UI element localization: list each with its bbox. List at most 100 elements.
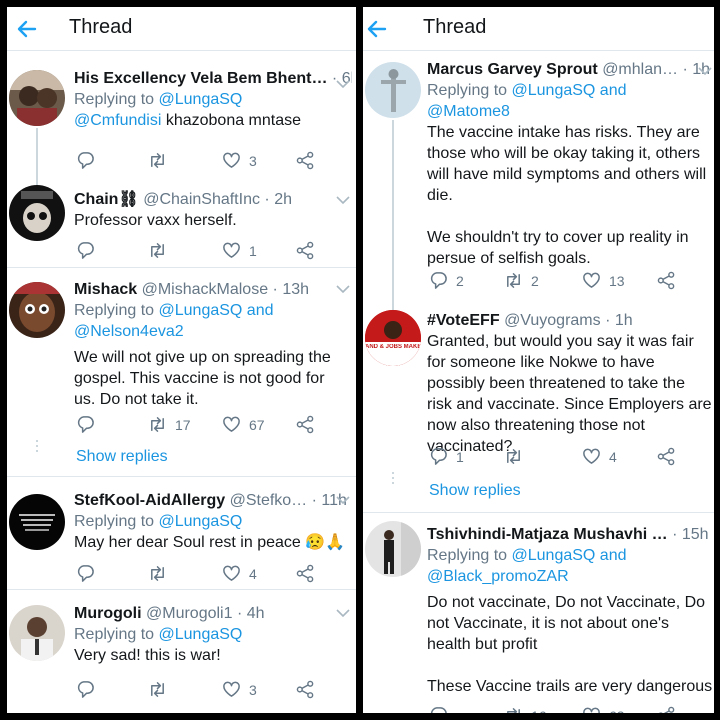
retweet-button[interactable]: 2 (504, 271, 539, 290)
mention-link[interactable]: @LungaSQ (512, 547, 596, 564)
tweet-actions: 3 (76, 680, 316, 700)
chevron-down-icon[interactable] (336, 284, 350, 294)
tweet-content: Mishack @MishackMalose · 13h Replying to… (74, 280, 352, 410)
author-name[interactable]: #VoteEFF (427, 312, 500, 329)
like-button[interactable]: 4 (582, 447, 617, 466)
retweet-button[interactable] (148, 680, 175, 699)
author-name[interactable]: Mishack (74, 281, 137, 298)
page-title: Thread (69, 16, 133, 38)
show-replies-link[interactable]: Show replies (76, 448, 168, 466)
reply-button[interactable]: 2 (429, 271, 464, 290)
share-icon (296, 680, 315, 699)
chevron-down-icon[interactable] (336, 79, 350, 89)
like-button[interactable]: 63 (582, 706, 625, 713)
author-name[interactable]: Murogoli (74, 605, 142, 622)
reply-button[interactable] (76, 151, 103, 170)
thread-panel-right: Thread Marcus Garvey Sprout @mhlan… · 1h… (363, 7, 714, 713)
share-button[interactable] (296, 241, 315, 260)
mention-link[interactable]: @LungaSQ (159, 626, 243, 643)
chevron-down-icon[interactable] (336, 495, 350, 505)
author-handle: @Vuyograms (504, 312, 601, 329)
show-replies-link[interactable]: Show replies (429, 482, 521, 500)
author-handle: @Stefko… (229, 492, 308, 509)
tweet[interactable]: Tshivhindi-Matjaza Mushavhi … · 15h Repl… (363, 513, 714, 713)
mention-link[interactable]: @Nelson4eva2 (74, 323, 184, 340)
retweet-icon (148, 680, 167, 699)
tweet[interactable]: AND & JOBS MAKE #VoteEFF @Vuyograms · 1h… (363, 302, 714, 512)
mention-link[interactable]: @LungaSQ (159, 91, 243, 108)
author-name[interactable]: Chain⛓ (74, 191, 139, 208)
like-icon (222, 151, 241, 170)
retweet-button[interactable]: 17 (148, 415, 191, 434)
avatar[interactable] (9, 185, 65, 241)
author-name[interactable]: StefKool-AidAllergy (74, 492, 225, 509)
avatar[interactable] (9, 605, 65, 661)
author-name[interactable]: Tshivhindi-Matjaza Mushavhi … (427, 526, 668, 543)
like-button[interactable]: 67 (222, 415, 265, 434)
share-button[interactable] (296, 151, 315, 170)
back-arrow-icon[interactable] (15, 17, 39, 41)
avatar[interactable] (9, 282, 65, 338)
tweet[interactable]: Mishack @MishackMalose · 13h Replying to… (7, 268, 356, 476)
mention-link[interactable]: @LungaSQ (159, 513, 243, 530)
replying-to: Replying to @LungaSQ and @Nelson4eva2 (74, 302, 274, 340)
tweet-content: #VoteEFF @Vuyograms · 1h Granted, but wo… (427, 311, 714, 457)
tweet-time: 1h (614, 312, 633, 329)
mention-link[interactable]: @Cmfundisi (74, 112, 161, 129)
author-name[interactable]: Marcus Garvey Sprout (427, 61, 598, 78)
tweet-text: Granted, but would you say it was fair f… (427, 333, 712, 455)
tweet-actions: 1 (76, 241, 316, 261)
retweet-button[interactable] (148, 241, 175, 260)
share-button[interactable] (657, 706, 676, 713)
retweet-button[interactable] (504, 447, 531, 466)
tweet-content: Marcus Garvey Sprout @mhlan… · 1h Replyi… (427, 61, 710, 267)
share-button[interactable] (657, 271, 676, 290)
reply-button[interactable] (76, 680, 103, 699)
share-button[interactable] (296, 415, 315, 434)
reply-button[interactable] (76, 415, 103, 434)
retweet-button[interactable] (148, 151, 175, 170)
reply-button[interactable]: 1 (429, 447, 464, 466)
reply-button[interactable] (76, 564, 103, 583)
mention-link[interactable]: @Black_promoZAR (427, 568, 569, 585)
like-button[interactable]: 1 (222, 241, 257, 260)
tweet-actions: 4 (76, 564, 316, 584)
avatar[interactable] (365, 521, 421, 577)
avatar[interactable] (9, 70, 65, 126)
mention-link[interactable]: @LungaSQ (512, 82, 596, 99)
share-icon (657, 706, 676, 713)
tweet[interactable]: His Excellency Vela Bem Bhent… · 6h Repl… (7, 65, 356, 188)
share-button[interactable] (296, 564, 315, 583)
share-button[interactable] (657, 447, 676, 466)
like-button[interactable]: 3 (222, 680, 257, 699)
chevron-down-icon[interactable] (336, 608, 350, 618)
replying-to: Replying to @LungaSQ and @Black_promoZAR (427, 547, 627, 585)
tweet[interactable]: Marcus Garvey Sprout @mhlan… · 1h Replyi… (363, 52, 714, 320)
avatar[interactable]: AND & JOBS MAKE (365, 310, 421, 366)
tweet-time: 2h (274, 191, 292, 208)
replying-to: Replying to @LungaSQ (74, 513, 243, 530)
like-button[interactable]: 4 (222, 564, 257, 583)
mention-link[interactable]: @Matome8 (427, 103, 510, 120)
avatar[interactable] (9, 494, 65, 550)
chevron-down-icon[interactable] (698, 66, 712, 76)
reply-icon (429, 447, 448, 466)
like-button[interactable]: 3 (222, 151, 257, 170)
reply-button[interactable] (76, 241, 103, 260)
mention-link[interactable]: @LungaSQ (159, 302, 243, 319)
share-button[interactable] (296, 680, 315, 699)
retweet-button[interactable] (148, 564, 175, 583)
retweet-button[interactable]: 16 (504, 706, 547, 713)
chevron-down-icon[interactable] (336, 195, 350, 205)
back-arrow-icon[interactable] (365, 17, 389, 41)
avatar-caption: AND & JOBS MAKE (365, 344, 421, 350)
author-handle: @MishackMalose (141, 281, 269, 298)
tweet[interactable]: Murogoli @Murogoli1 · 4h Replying to @Lu… (7, 590, 356, 713)
like-button[interactable]: 13 (582, 271, 625, 290)
tweet[interactable]: Chain⛓ @ChainShaftInc · 2h Professor vax… (7, 175, 356, 265)
reply-button[interactable] (429, 706, 456, 713)
author-name[interactable]: His Excellency Vela Bem Bhent… (74, 70, 327, 87)
avatar[interactable] (365, 62, 421, 118)
tweet[interactable]: StefKool-AidAllergy @Stefko… · 11h Reply… (7, 477, 356, 589)
thread-panel-left: Thread His Excellency Vela Bem Bhent… · … (7, 7, 356, 713)
